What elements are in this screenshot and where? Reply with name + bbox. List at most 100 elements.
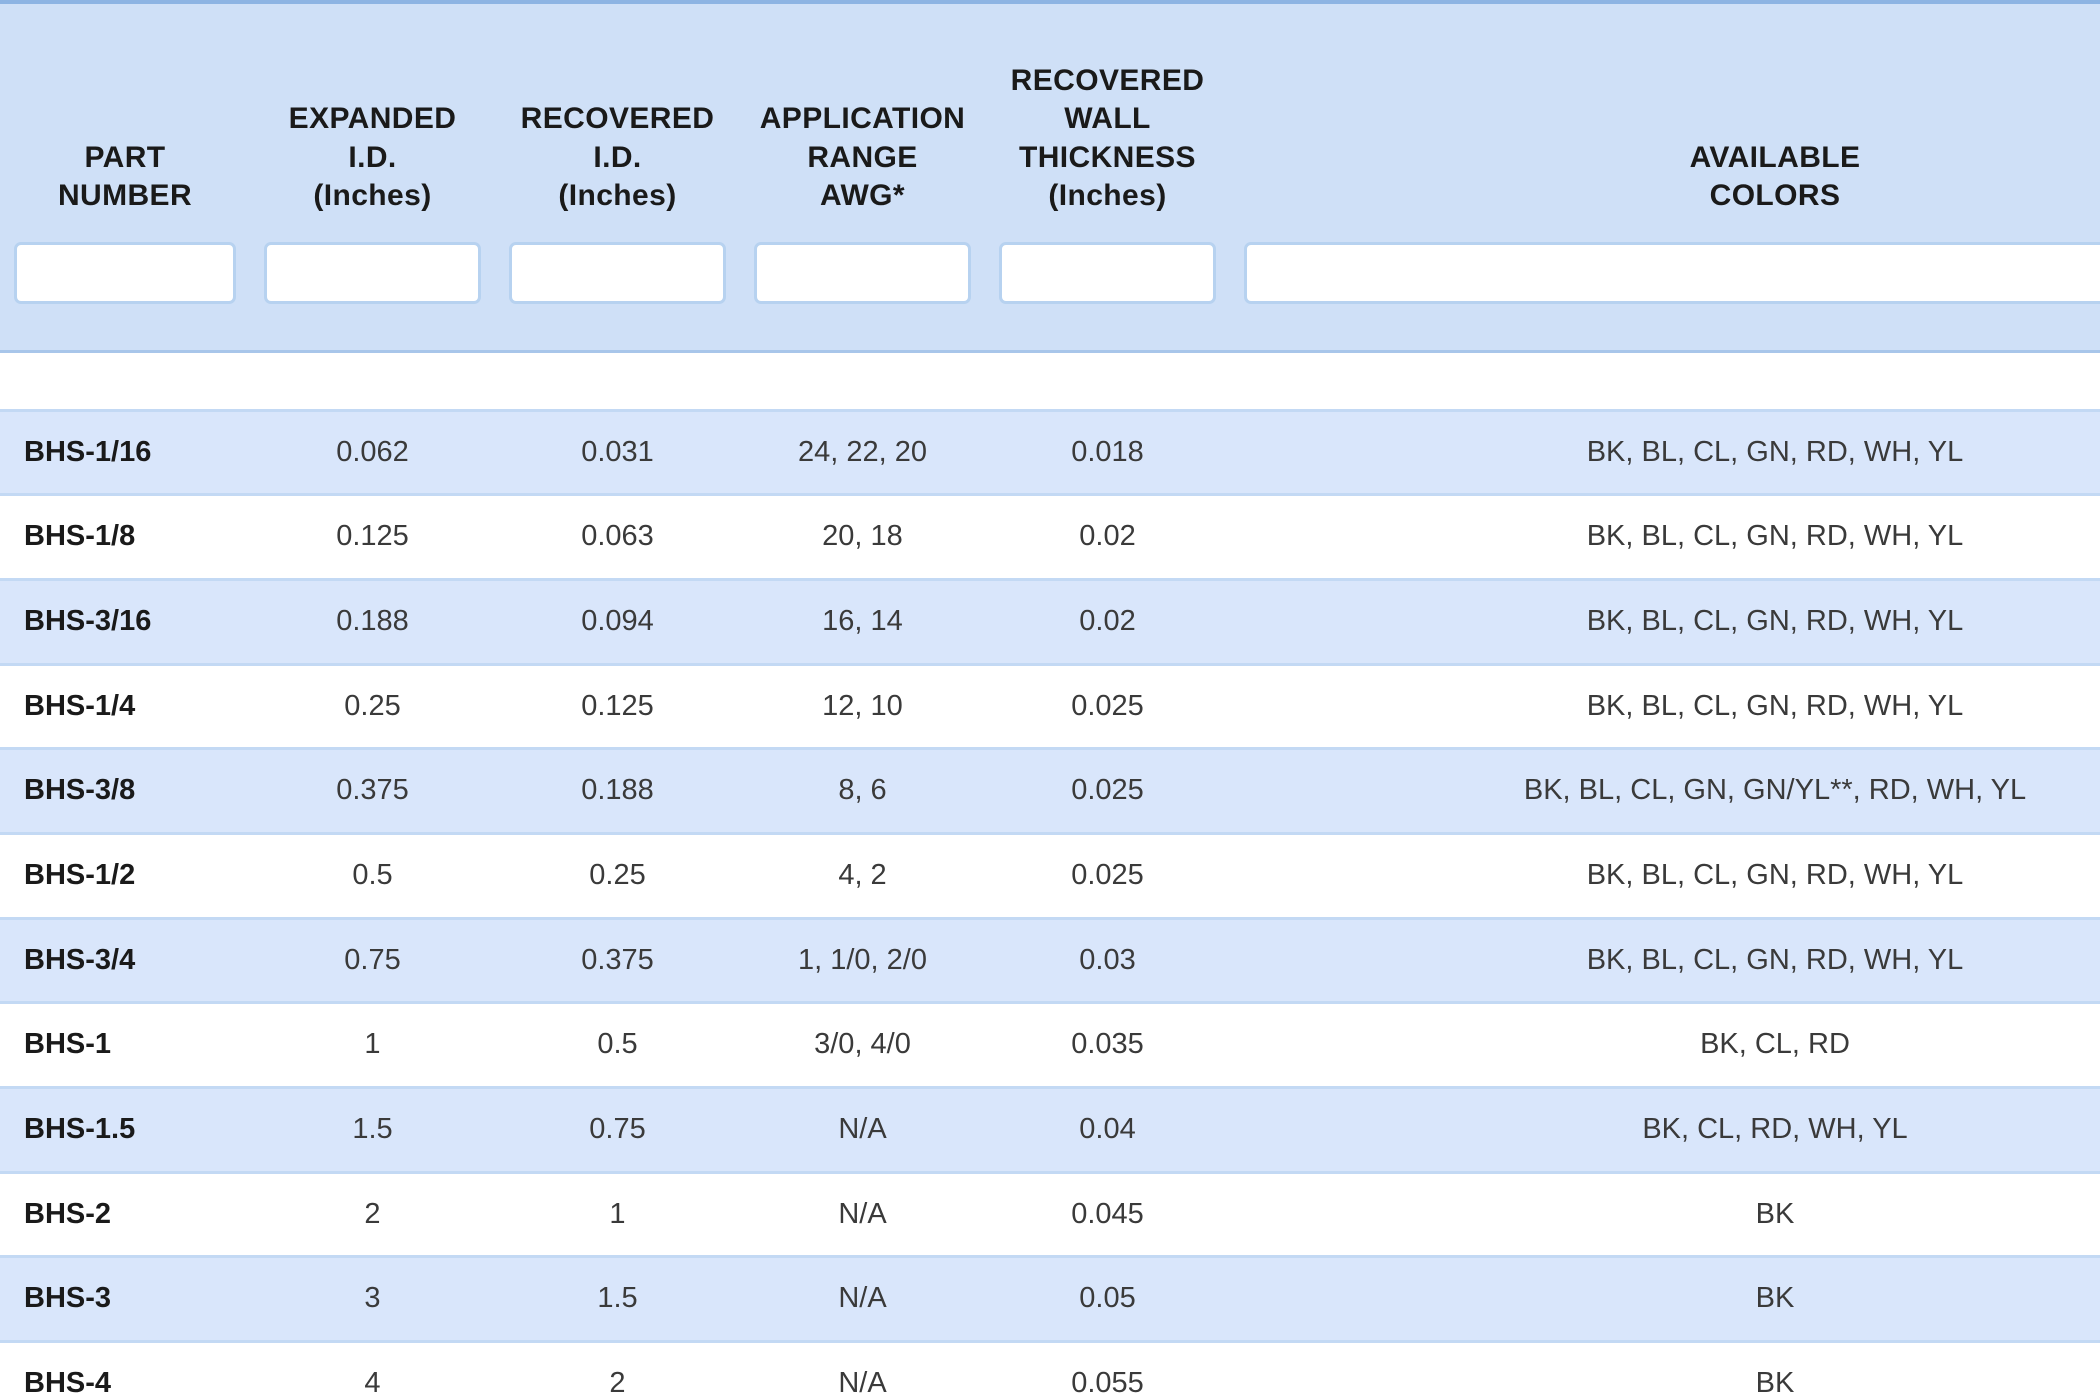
cell-available-colors: BK, BL, CL, GN, RD, WH, YL bbox=[1230, 410, 2100, 497]
cell-part-number: BHS-3/8 bbox=[0, 748, 250, 835]
cell-recovered-id: 0.063 bbox=[495, 494, 740, 581]
cell-recovered-id: 1.5 bbox=[495, 1256, 740, 1344]
cell-recovered-wall-thickness: 0.05 bbox=[985, 1256, 1230, 1344]
column-header-line: EXPANDED bbox=[288, 102, 457, 136]
filter-input-application-range[interactable] bbox=[754, 241, 971, 304]
table-row[interactable]: BHS-3/4 0.75 0.375 1, 1/0, 2/0 0.03 BK, BL, C… bbox=[0, 918, 2100, 1005]
column-header-application-range-awg[interactable]: APPLICATION RANGE AWG* bbox=[740, 0, 985, 242]
table-row[interactable]: BHS-1/8 0.125 0.063 20, 18 0.02 BK, BL, CL, G… bbox=[0, 494, 2100, 581]
cell-expanded-id: 3 bbox=[250, 1256, 495, 1344]
cell-recovered-wall-thickness: 0.018 bbox=[985, 410, 1230, 497]
cell-part-number: BHS-3/16 bbox=[0, 579, 250, 666]
table-header: PART NUMBER EXPANDED I.D. (Inches) RECOV… bbox=[0, 0, 2100, 353]
table-row[interactable]: BHS-1/2 0.5 0.25 4, 2 0.025 BK, BL, CL, GN, R… bbox=[0, 833, 2100, 920]
cell-application-range: 24, 22, 20 bbox=[740, 410, 985, 497]
cell-expanded-id: 2 bbox=[250, 1172, 495, 1259]
column-header-line: COLORS bbox=[1709, 179, 1841, 213]
cell-recovered-wall-thickness: 0.04 bbox=[985, 1087, 1230, 1174]
cell-part-number: BHS-1/16 bbox=[0, 410, 250, 497]
cell-application-range: N/A bbox=[740, 1256, 985, 1344]
cell-available-colors: BK, CL, RD bbox=[1230, 1002, 2100, 1090]
cell-expanded-id: 1.5 bbox=[250, 1087, 495, 1174]
cell-part-number: BHS-1/2 bbox=[0, 833, 250, 920]
filter-input-recovered-wall-thickness[interactable] bbox=[999, 241, 1216, 304]
cell-recovered-wall-thickness: 0.025 bbox=[985, 748, 1230, 835]
table-row[interactable]: BHS-1/16 0.062 0.031 24, 22, 20 0.018 BK, BL,… bbox=[0, 410, 2100, 497]
cell-recovered-id: 0.75 bbox=[495, 1087, 740, 1174]
column-header-recovered-id[interactable]: RECOVERED I.D. (Inches) bbox=[495, 0, 740, 242]
column-header-part-number[interactable]: PART NUMBER bbox=[0, 0, 250, 242]
table-row[interactable]: BHS-2 2 1 N/A 0.045 BK bbox=[0, 1172, 2100, 1259]
spacer-cell bbox=[985, 351, 1230, 412]
cell-available-colors: BK, BL, CL, GN, RD, WH, YL bbox=[1230, 664, 2100, 751]
table-row[interactable]: BHS-3/16 0.188 0.094 16, 14 0.02 BK, BL, CL, … bbox=[0, 579, 2100, 666]
cell-recovered-wall-thickness: 0.035 bbox=[985, 1002, 1230, 1090]
cell-application-range: N/A bbox=[740, 1341, 985, 1394]
table-row[interactable]: BHS-4 4 2 N/A 0.055 BK bbox=[0, 1341, 2100, 1394]
spacer-cell bbox=[250, 351, 495, 412]
cell-available-colors: BK, BL, CL, GN, GN/YL**, RD, WH, YL bbox=[1230, 748, 2100, 835]
cell-available-colors: BK bbox=[1230, 1256, 2100, 1344]
table-row[interactable]: BHS-1.5 1.5 0.75 N/A 0.04 BK, CL, RD, WH, YL bbox=[0, 1087, 2100, 1174]
cell-expanded-id: 0.75 bbox=[250, 918, 495, 1005]
filter-cell-application-range bbox=[740, 241, 985, 353]
cell-available-colors: BK, BL, CL, GN, RD, WH, YL bbox=[1230, 833, 2100, 920]
cell-recovered-id: 0.031 bbox=[495, 410, 740, 497]
filter-input-available-colors[interactable] bbox=[1244, 241, 2100, 304]
cell-available-colors: BK, BL, CL, GN, RD, WH, YL bbox=[1230, 579, 2100, 666]
column-header-line: APPLICATION bbox=[759, 102, 966, 136]
filter-cell-available-colors bbox=[1230, 241, 2100, 353]
cell-available-colors: BK, CL, RD, WH, YL bbox=[1230, 1087, 2100, 1174]
column-filter-row bbox=[0, 241, 2100, 353]
spacer-cell bbox=[1230, 351, 2100, 412]
column-header-line: RECOVERED bbox=[520, 102, 715, 136]
filter-cell-recovered-wall-thickness bbox=[985, 241, 1230, 353]
cell-available-colors: BK bbox=[1230, 1172, 2100, 1259]
cell-available-colors: BK bbox=[1230, 1341, 2100, 1394]
cell-application-range: 1, 1/0, 2/0 bbox=[740, 918, 985, 1005]
table-row[interactable]: BHS-1/4 0.25 0.125 12, 10 0.025 BK, BL, CL, G… bbox=[0, 664, 2100, 751]
column-header-line: (Inches) bbox=[1048, 179, 1167, 213]
column-header-line: AVAILABLE bbox=[1689, 140, 1861, 174]
cell-application-range: 4, 2 bbox=[740, 833, 985, 920]
column-header-available-colors[interactable]: AVAILABLE COLORS bbox=[1230, 0, 2100, 242]
table-row[interactable]: BHS-3 3 1.5 N/A 0.05 BK bbox=[0, 1256, 2100, 1344]
column-header-line: PART bbox=[84, 140, 166, 174]
filter-input-expanded-id[interactable] bbox=[264, 241, 481, 304]
cell-part-number: BHS-4 bbox=[0, 1341, 250, 1394]
cell-recovered-id: 1 bbox=[495, 1172, 740, 1259]
column-header-recovered-wall-thickness[interactable]: RECOVERED WALL THICKNESS (Inches) bbox=[985, 0, 1230, 242]
cell-application-range: N/A bbox=[740, 1172, 985, 1259]
filter-input-recovered-id[interactable] bbox=[509, 241, 726, 304]
cell-part-number: BHS-1/8 bbox=[0, 494, 250, 581]
column-header-line: I.D. bbox=[348, 140, 397, 174]
column-header-line: WALL bbox=[1064, 102, 1151, 136]
table-header-row: PART NUMBER EXPANDED I.D. (Inches) RECOV… bbox=[0, 0, 2100, 242]
filter-input-part-number[interactable] bbox=[14, 241, 236, 304]
column-header-line: AWG* bbox=[820, 179, 905, 213]
table-row[interactable]: BHS-1 1 0.5 3/0, 4/0 0.035 BK, CL, RD bbox=[0, 1002, 2100, 1090]
table-row[interactable]: BHS-3/8 0.375 0.188 8, 6 0.025 BK, BL, CL, GN… bbox=[0, 748, 2100, 835]
cell-part-number: BHS-2 bbox=[0, 1172, 250, 1259]
cell-part-number: BHS-1 bbox=[0, 1002, 250, 1090]
cell-expanded-id: 0.375 bbox=[250, 748, 495, 835]
spacer-cell bbox=[495, 351, 740, 412]
spec-table-container: PART NUMBER EXPANDED I.D. (Inches) RECOV… bbox=[0, 0, 2100, 1394]
column-header-line: I.D. bbox=[593, 140, 642, 174]
column-header-line: RECOVERED bbox=[1010, 64, 1205, 97]
column-header-line: NUMBER bbox=[57, 179, 193, 213]
cell-expanded-id: 0.188 bbox=[250, 579, 495, 666]
column-header-line: THICKNESS bbox=[1019, 140, 1196, 174]
column-header-line: (Inches) bbox=[558, 179, 677, 213]
cell-available-colors: BK, BL, CL, GN, RD, WH, YL bbox=[1230, 918, 2100, 1005]
spacer-cell bbox=[740, 351, 985, 412]
cell-expanded-id: 4 bbox=[250, 1341, 495, 1394]
cell-part-number: BHS-3/4 bbox=[0, 918, 250, 1005]
spacer-cell bbox=[0, 351, 250, 412]
column-header-expanded-id[interactable]: EXPANDED I.D. (Inches) bbox=[250, 0, 495, 242]
cell-recovered-wall-thickness: 0.045 bbox=[985, 1172, 1230, 1259]
cell-expanded-id: 0.062 bbox=[250, 410, 495, 497]
cell-recovered-id: 0.188 bbox=[495, 748, 740, 835]
cell-application-range: 16, 14 bbox=[740, 579, 985, 666]
cell-application-range: 3/0, 4/0 bbox=[740, 1002, 985, 1090]
